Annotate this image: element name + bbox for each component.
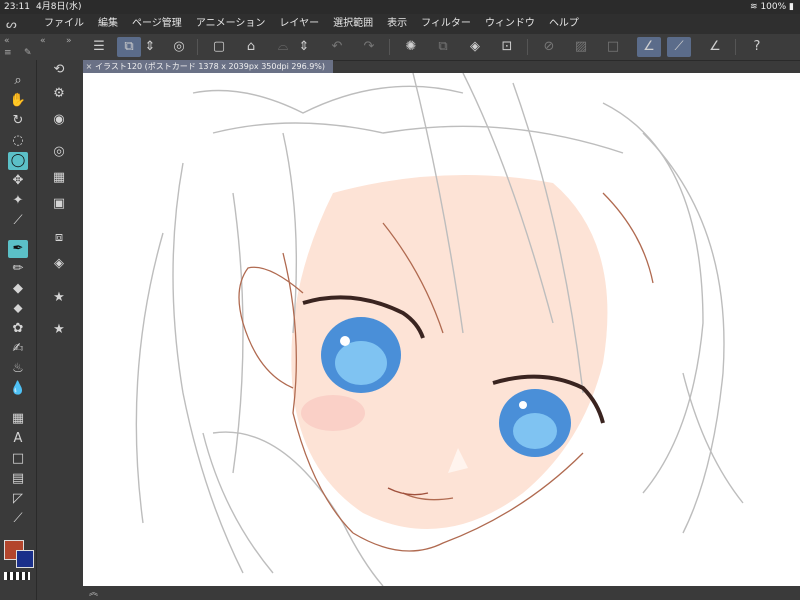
- panel-icon[interactable]: ▤: [8, 470, 28, 488]
- select-icon[interactable]: ◯: [8, 152, 28, 170]
- loading-icon[interactable]: ✺: [399, 37, 423, 57]
- document-tab-title: イラスト120 (ポストカード 1378 x 2039px 350dpi 296…: [95, 62, 326, 71]
- toolbar-divider: [735, 39, 736, 55]
- expand-up-icon[interactable]: ︽: [89, 586, 98, 600]
- spiral-icon[interactable]: ◎: [167, 37, 191, 57]
- square-icon[interactable]: □: [601, 37, 625, 57]
- fill-icon[interactable]: ◈: [463, 37, 487, 57]
- menu-icon[interactable]: ☰: [87, 37, 111, 57]
- wifi-icon: ≋: [750, 2, 758, 12]
- subtool-4-icon[interactable]: ◎: [47, 142, 71, 162]
- text-icon[interactable]: A: [8, 430, 28, 448]
- subtool-palette: ⟲ ⚙ ◉ ◎ ▦ ▣ ⧈ ◈ ★ ★: [37, 60, 84, 600]
- ruler-icon[interactable]: ⟋: [667, 37, 691, 57]
- pen-small-icon[interactable]: ✎: [24, 48, 32, 58]
- collapse-left-icon[interactable]: «: [4, 36, 10, 46]
- updown-icon[interactable]: ⇕: [143, 37, 157, 57]
- move-icon[interactable]: ✥: [8, 172, 28, 190]
- status-time: 23:11: [4, 2, 30, 12]
- water-icon[interactable]: 💧: [8, 380, 28, 398]
- star-panel-icon[interactable]: ★: [47, 288, 71, 308]
- eyedropper-icon[interactable]: ⟋: [8, 212, 28, 230]
- layers-icon[interactable]: ◈: [47, 254, 71, 274]
- menu-edit[interactable]: 編集: [98, 14, 118, 34]
- canvas-icon[interactable]: ⧉: [117, 37, 141, 57]
- toolbar-divider: [527, 39, 528, 55]
- line-icon[interactable]: ⟋: [8, 510, 28, 528]
- menu-bar: ᔕ ファイル 編集 ページ管理 アニメーション レイヤー 選択範囲 表示 フィル…: [0, 14, 800, 34]
- snap-icon[interactable]: ∠: [637, 37, 661, 57]
- status-battery-group: ≋ 100% ▮: [750, 0, 794, 14]
- menu-page[interactable]: ページ管理: [132, 14, 182, 34]
- right-eye-shine: [519, 401, 527, 409]
- tool-palette: ⌕ ✋ ↻ ◌ ◯ ✥ ✦ ⟋ ✒ ✏ ◆ ⬥ ✿ ✍ ♨ 💧 ▦ A □ ▤ …: [0, 60, 37, 600]
- left-eye-shine: [340, 336, 350, 346]
- undo-icon[interactable]: ↶: [325, 37, 349, 57]
- battery-icon: ▮: [789, 2, 794, 12]
- left-panel-header: « « » ≡ ✎: [0, 34, 83, 60]
- status-battery: 100%: [760, 2, 787, 12]
- menu-view[interactable]: 表示: [387, 14, 407, 34]
- close-icon[interactable]: ×: [83, 60, 95, 73]
- status-bar: 23:11 4月8日(水) ≋ 100% ▮: [0, 0, 800, 14]
- subtool-3-icon[interactable]: ◉: [47, 110, 71, 130]
- brush-icon[interactable]: ✍: [8, 340, 28, 358]
- tool-menu-icon[interactable]: ≡: [4, 48, 12, 58]
- app-logo-icon[interactable]: ᔕ: [6, 17, 24, 31]
- subtool-5-icon[interactable]: ▦: [47, 168, 71, 188]
- blend-icon[interactable]: ✿: [8, 320, 28, 338]
- frame-icon[interactable]: □: [8, 450, 28, 468]
- erase-icon[interactable]: ▨: [569, 37, 593, 57]
- zoom-icon[interactable]: ⌕: [8, 72, 28, 90]
- menu-selection[interactable]: 選択範囲: [333, 14, 373, 34]
- gradient-icon[interactable]: ▦: [8, 410, 28, 428]
- lasso-icon[interactable]: ◌: [8, 132, 28, 150]
- menu-window[interactable]: ウィンドウ: [485, 14, 535, 34]
- command-bar: ☰ ⧉ ⇕ ◎ ▢ ⌂ ⌓ ⇕ ↶ ↷ ✺ ⧉ ◈ ⊡ ⊘ ▨ □ ∠ ⟋ ∠ …: [83, 34, 800, 61]
- pen-icon[interactable]: ✒: [8, 240, 28, 258]
- right-iris-highlight: [513, 413, 557, 449]
- folder-icon[interactable]: ⌂: [239, 37, 263, 57]
- updown-icon[interactable]: ⇕: [297, 37, 311, 57]
- star-panel2-icon[interactable]: ★: [47, 320, 71, 340]
- toolbar-divider: [389, 39, 390, 55]
- ruler-icon[interactable]: ◸: [8, 490, 28, 508]
- redo-icon[interactable]: ↷: [357, 37, 381, 57]
- copy-icon[interactable]: ⧉: [431, 37, 455, 57]
- new-icon[interactable]: ▢: [207, 37, 231, 57]
- sub-color-swatch[interactable]: [16, 550, 34, 568]
- cheek-blush: [301, 395, 365, 431]
- menu-help[interactable]: ヘルプ: [549, 14, 579, 34]
- transparent-color-swatch[interactable]: [4, 572, 30, 580]
- bottom-bar: ︽: [83, 586, 800, 600]
- save-icon[interactable]: ⌓: [271, 37, 295, 57]
- collapse-left2-icon[interactable]: «: [40, 36, 46, 46]
- eraser-icon[interactable]: ◆: [8, 280, 28, 298]
- hand-icon[interactable]: ✋: [8, 92, 28, 110]
- wand-icon[interactable]: ✦: [8, 192, 28, 210]
- collapse-right-icon[interactable]: »: [66, 36, 72, 46]
- subtool-6-icon[interactable]: ▣: [47, 194, 71, 214]
- menu-layer[interactable]: レイヤー: [279, 14, 319, 34]
- toolbar-divider: [197, 39, 198, 55]
- menu-animation[interactable]: アニメーション: [196, 14, 266, 34]
- rotate-icon[interactable]: ↻: [8, 112, 28, 130]
- pen-icon[interactable]: ∠: [703, 37, 727, 57]
- airbrush-icon[interactable]: ♨: [8, 360, 28, 378]
- transform-icon[interactable]: ⊡: [495, 37, 519, 57]
- hide-icon[interactable]: ⊘: [537, 37, 561, 57]
- pencil-icon[interactable]: ✏: [8, 260, 28, 278]
- subtool-2-icon[interactable]: ⚙: [47, 84, 71, 104]
- subtool-1-icon[interactable]: ⟲: [47, 60, 71, 80]
- status-date: 4月8日(水): [36, 2, 82, 12]
- left-iris-highlight: [335, 341, 387, 385]
- artwork: [135, 73, 744, 586]
- help-icon[interactable]: ?: [745, 37, 769, 57]
- fill-icon[interactable]: ⬥: [8, 300, 28, 318]
- drawing-canvas[interactable]: [83, 73, 800, 586]
- menu-file[interactable]: ファイル: [44, 14, 84, 34]
- document-tab[interactable]: × イラスト120 (ポストカード 1378 x 2039px 350dpi 29…: [83, 60, 333, 73]
- layers-add-icon[interactable]: ⧈: [47, 228, 71, 248]
- menu-filter[interactable]: フィルター: [421, 14, 471, 34]
